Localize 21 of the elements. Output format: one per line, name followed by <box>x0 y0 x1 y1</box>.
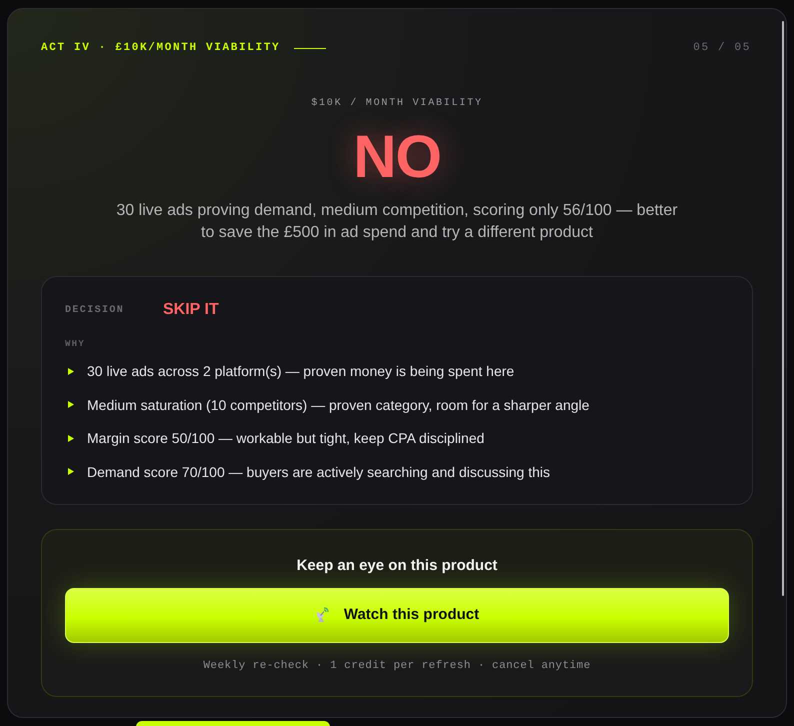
watch-button[interactable]: Watch this product <box>65 588 729 642</box>
verdict-label: $10K / MONTH VIABILITY <box>311 97 483 111</box>
triangle-bullet-icon <box>68 434 74 442</box>
satellite-dish-icon <box>314 607 329 623</box>
triangle-bullet-icon <box>68 368 74 374</box>
why-label: WHY <box>65 338 85 350</box>
step-counter: 05 / 05 <box>693 41 751 56</box>
triangle-bullet-icon <box>68 401 74 408</box>
decision-value: SKIP IT <box>163 300 219 320</box>
watch-title: Keep an eye on this product <box>296 556 498 576</box>
scrollbar-thumb[interactable] <box>782 21 784 596</box>
reason-text: 30 live ads across 2 platform(s) — proven money is being spent here <box>87 362 514 381</box>
reason-text: Margin score 50/100 — workable but tight, keep CPA disciplined <box>87 429 484 448</box>
verdict-summary: 30 live ads proving demand, medium competition, scoring only 56/100 — better to save the £500 in ad spend and try a different product <box>115 201 679 243</box>
triangle-bullet-icon <box>68 468 74 475</box>
watch-note: Weekly re-check · 1 credit per refresh · cancel anytime <box>203 658 591 672</box>
decision-label: DECISION <box>65 304 126 318</box>
verdict-answer: NO <box>353 127 441 187</box>
act-title: ACT IV · £10K/MONTH VIABILITY <box>41 41 280 56</box>
reason-text: Demand score 70/100 — buyers are actively searching and discussing this <box>87 462 550 482</box>
reason-text: Medium saturation (10 competitors) — proven category, room for a sharper angle <box>87 396 590 414</box>
